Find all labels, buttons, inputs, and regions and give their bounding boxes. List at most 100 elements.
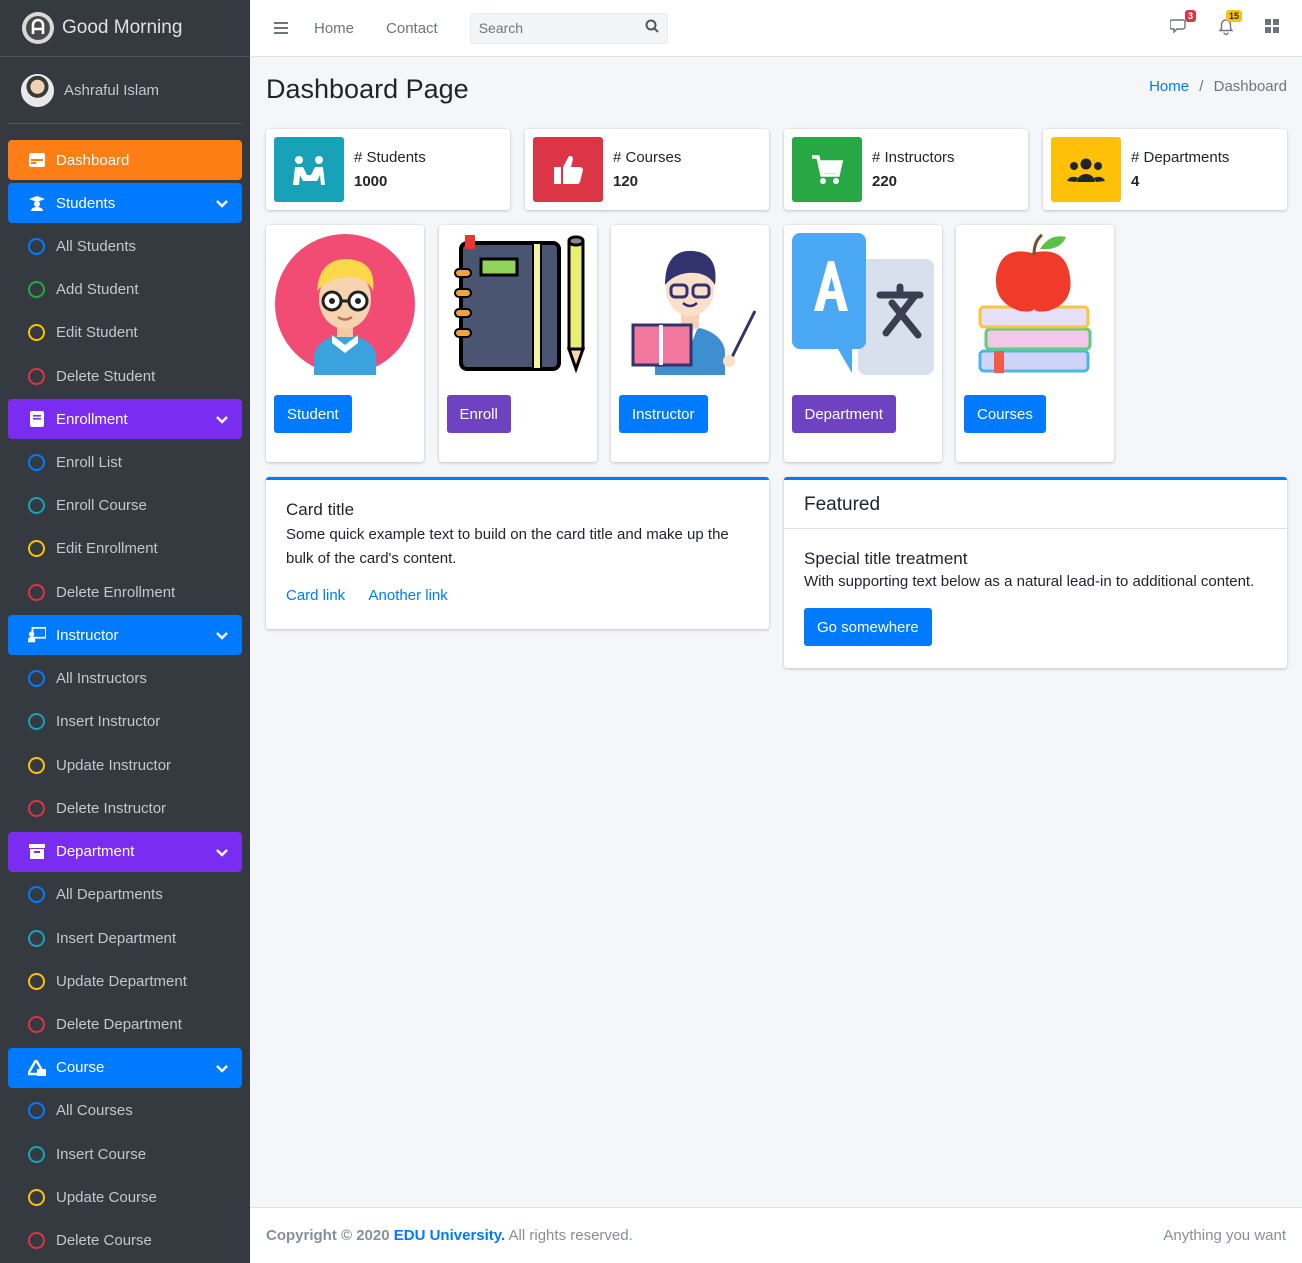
sidebar-item-label: Insert Instructor	[56, 713, 161, 731]
archive-icon	[28, 843, 46, 861]
info-box-row: # Students 1000 # Courses 120 # Instructors 2…	[266, 129, 1287, 210]
bell-icon	[1218, 18, 1234, 39]
avatar	[21, 73, 54, 107]
graduation-icon	[28, 194, 46, 212]
sidebar-item-edit-enrollment[interactable]: Edit Enrollment	[8, 529, 242, 569]
menu-toggle-icon[interactable]	[274, 19, 288, 37]
sidebar-section-label: Course	[56, 1059, 105, 1077]
sidebar-item-update-department[interactable]: Update Department	[8, 961, 242, 1001]
sidebar-item-label: Delete Instructor	[56, 799, 167, 817]
sidebar-item-all-courses[interactable]: All Courses	[8, 1091, 242, 1131]
sidebar-section-label: Students	[56, 194, 116, 212]
sidebar-item-delete-enrollment[interactable]: Delete Enrollment	[8, 572, 242, 612]
sidebar-section-dashboard[interactable]: Dashboard	[8, 140, 242, 180]
circle-icon	[28, 453, 45, 471]
card-title: Card title	[286, 500, 355, 519]
circle-icon	[28, 1016, 45, 1034]
circle-icon	[28, 756, 45, 774]
sidebar-item-update-course[interactable]: Update Course	[8, 1177, 242, 1217]
card-link[interactable]: Card link	[286, 587, 345, 604]
sidebar-section-department[interactable]: Department	[8, 831, 242, 872]
control-sidebar-toggle[interactable]	[1264, 18, 1280, 38]
footer-brand-link[interactable]: EDU University.	[394, 1227, 505, 1244]
sidebar-section-course[interactable]: Course	[8, 1047, 242, 1088]
sidebar-item-label: Update Instructor	[56, 756, 172, 774]
sidebar-item-label: Insert Course	[56, 1145, 147, 1163]
sidebar-item-label: Enroll Course	[56, 497, 147, 515]
sidebar-item-insert-course[interactable]: Insert Course	[8, 1134, 242, 1174]
search-box	[469, 12, 668, 44]
sidebar-item-all-instructors[interactable]: All Instructors	[8, 658, 242, 698]
circle-icon	[28, 497, 45, 515]
sidebar-item-delete-department[interactable]: Delete Department	[8, 1004, 242, 1044]
chevron-down-icon	[216, 1061, 228, 1078]
sidebar-item-delete-instructor[interactable]: Delete Instructor	[8, 788, 242, 828]
featured-text: With supporting text below as a natural …	[804, 573, 1255, 590]
sidebar-item-label: All Courses	[56, 1102, 133, 1120]
student-button[interactable]: Student	[274, 395, 352, 433]
example-card: Card title Some quick example text to bu…	[266, 477, 769, 629]
breadcrumb-separator: /	[1199, 78, 1204, 95]
sidebar-item-all-departments[interactable]: All Departments	[8, 875, 242, 915]
sidebar-item-enroll-list[interactable]: Enroll List	[8, 442, 242, 482]
breadcrumb-current: Dashboard	[1213, 78, 1287, 95]
user-panel[interactable]: Ashraful Islam	[8, 57, 242, 124]
sidebar-section-instructor[interactable]: Instructor	[8, 615, 242, 656]
footer-rights: All rights reserved.	[508, 1227, 633, 1244]
go-somewhere-button[interactable]: Go somewhere	[804, 608, 932, 646]
messages-dropdown[interactable]: 3	[1169, 10, 1196, 38]
featured-title: Special title treatment	[804, 549, 968, 568]
messages-badge: 3	[1184, 10, 1196, 22]
thumbs-up-icon	[533, 137, 603, 202]
chevron-down-icon	[216, 845, 228, 862]
circle-icon	[28, 324, 45, 342]
sidebar-item-label: Delete Student	[56, 367, 156, 385]
sidebar-item-label: Update Course	[56, 1188, 157, 1206]
circle-icon	[28, 1232, 45, 1250]
circle-icon	[28, 886, 45, 904]
chevron-down-icon	[216, 628, 228, 645]
circle-icon	[28, 799, 45, 817]
sidebar-item-label: Delete Course	[56, 1232, 152, 1250]
picture-card-student: Student	[266, 225, 424, 462]
department-button[interactable]: Department	[791, 395, 896, 433]
nav-link-home[interactable]: Home	[314, 20, 354, 37]
nav-link-contact[interactable]: Contact	[386, 20, 438, 37]
sidebar-item-insert-instructor[interactable]: Insert Instructor	[8, 702, 242, 742]
search-icon[interactable]	[645, 19, 659, 37]
sidebar-item-edit-student[interactable]: Edit Student	[8, 313, 242, 353]
sidebar-item-all-students[interactable]: All Students	[8, 226, 242, 266]
sidebar-section-label: Enrollment	[56, 410, 128, 428]
dashboard-icon	[28, 151, 46, 169]
search-input[interactable]	[478, 20, 629, 36]
sidebar-section-students[interactable]: Students	[8, 183, 242, 223]
courses-button[interactable]: Courses	[964, 395, 1046, 433]
breadcrumb-home[interactable]: Home	[1149, 78, 1189, 95]
sidebar-item-label: All Instructors	[56, 670, 147, 688]
info-box-label: # Instructors	[872, 148, 955, 166]
sidebar-item-update-instructor[interactable]: Update Instructor	[8, 745, 242, 785]
enroll-button[interactable]: Enroll	[446, 395, 511, 433]
circle-icon	[28, 237, 45, 255]
notifications-badge: 15	[1225, 9, 1242, 22]
instructor-button[interactable]: Instructor	[619, 395, 708, 433]
sidebar-item-label: Delete Department	[56, 1016, 182, 1034]
picture-card-row: Student Enroll Instructor Department Courses	[266, 225, 1129, 462]
sidebar-item-add-student[interactable]: Add Student	[8, 269, 242, 309]
book-icon	[28, 410, 46, 428]
sidebar-item-delete-course[interactable]: Delete Course	[8, 1221, 242, 1261]
top-navbar: Home Contact 3 15	[250, 0, 1302, 57]
sidebar-section-enrollment[interactable]: Enrollment	[8, 399, 242, 440]
info-box-courses: # Courses 120	[525, 129, 769, 210]
another-link[interactable]: Another link	[369, 587, 448, 604]
user-name[interactable]: Ashraful Islam	[64, 82, 159, 99]
sidebar-item-enroll-course[interactable]: Enroll Course	[8, 485, 242, 525]
sidebar-section-label: Instructor	[56, 626, 119, 644]
comments-icon	[1169, 19, 1188, 38]
sidebar-item-insert-department[interactable]: Insert Department	[8, 918, 242, 958]
notifications-dropdown[interactable]: 15	[1218, 9, 1242, 39]
info-box-label: # Students	[354, 148, 426, 166]
sidebar-item-delete-student[interactable]: Delete Student	[8, 356, 242, 396]
info-box-value: 220	[872, 172, 898, 190]
brand-link[interactable]: Good Morning	[0, 0, 250, 57]
